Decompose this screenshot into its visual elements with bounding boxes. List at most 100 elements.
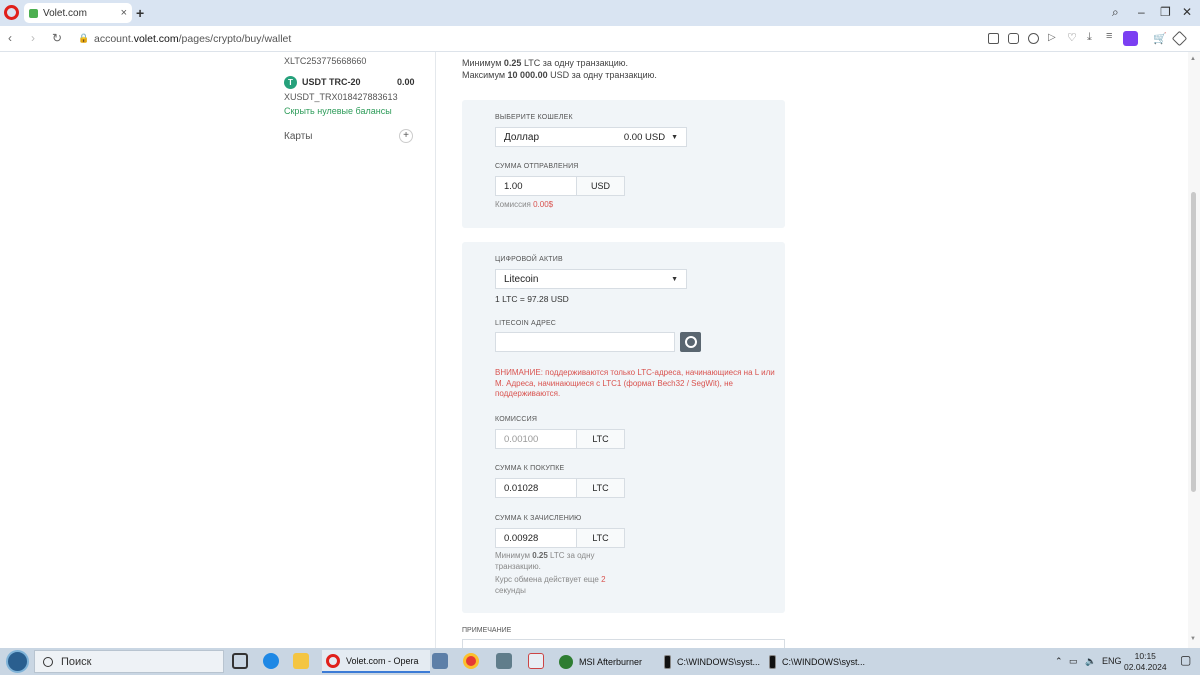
taskbar-cmd-window-1[interactable]: C:\WINDOWS\syst... [660, 650, 760, 673]
close-tab-icon[interactable]: × [121, 7, 127, 19]
send-amount-unit: USD [576, 176, 625, 196]
menu-lines-icon[interactable]: ≡ [1106, 30, 1112, 42]
crypto-asset-panel: Цифровой актив Litecoin ▼ 1 LTC = 97.28 … [462, 242, 785, 613]
taskbar-search[interactable]: Поиск [34, 650, 224, 673]
min-amount-hint: Минимум 0.25 LTC за одну [495, 551, 595, 560]
litecoin-address-input[interactable] [495, 332, 675, 352]
buy-amount-label: Сумма к покупке [495, 465, 565, 472]
search-icon [43, 656, 53, 667]
page-content: XLTC253775668660 T USDT TRC-20 0.00 XUSD… [0, 52, 1188, 648]
tray-language[interactable]: ENG [1102, 656, 1122, 666]
back-icon[interactable]: ‹ [8, 31, 12, 45]
cmd-icon [664, 654, 671, 669]
rate-validity-hint-2: секунды [495, 586, 526, 595]
browser-tab[interactable]: Volet.com × [24, 3, 132, 23]
search-tabs-icon[interactable]: ⌕ [1112, 5, 1119, 20]
address-bar: ‹ › ↻ 🔒 account.volet.com/pages/crypto/b… [0, 26, 1200, 52]
fee-hint: Комиссия 0.00$ [495, 200, 554, 209]
wallet-name: Доллар [504, 131, 540, 143]
max-transaction-info: Максимум 10 000.00 USD за одну транзакци… [462, 70, 657, 80]
asset-select-label: Цифровой актив [495, 256, 563, 263]
browser-tab-bar: Volet.com × + ⌕ – ❐ ✕ [0, 0, 1200, 26]
snipping-tool-icon[interactable] [528, 653, 544, 669]
note-input[interactable] [462, 639, 785, 648]
scroll-thumb[interactable] [1191, 192, 1196, 492]
rate-validity-hint: Курс обмена действует еще 2 [495, 575, 606, 584]
commission-unit: LTC [576, 429, 625, 449]
cmd-icon [769, 654, 776, 669]
page-scrollbar[interactable]: ▲ ▼ [1188, 52, 1200, 648]
play-icon[interactable]: ▷ [1048, 32, 1056, 43]
heart-icon[interactable]: ♡ [1067, 31, 1077, 44]
file-explorer-icon[interactable] [293, 653, 309, 669]
wallet-panel: Выберите кошелек Доллар 0.00 USD ▼ Сумма… [462, 100, 785, 228]
notifications-icon[interactable]: ▢ [1180, 653, 1191, 667]
credit-amount-label: Сумма к зачислению [495, 515, 582, 522]
add-card-button[interactable]: + [399, 129, 413, 143]
wallet-balance: 0.00 USD [623, 131, 666, 143]
edit-icon[interactable] [988, 33, 999, 44]
usdt-trc20-icon: T [284, 76, 297, 89]
tray-clock[interactable]: 10:15 02.04.2024 [1124, 651, 1167, 673]
edge-icon[interactable] [263, 653, 279, 669]
forward-icon[interactable]: › [31, 31, 35, 45]
camera-icon[interactable] [1008, 33, 1019, 44]
taskbar-opera-label: Volet.com - Opera [346, 655, 419, 666]
url-field[interactable]: account.volet.com/pages/crypto/buy/walle… [94, 33, 291, 45]
commission-input: 0.00100 [495, 429, 577, 449]
taskbar-msi-window[interactable]: MSI Afterburner [555, 650, 655, 673]
credit-amount-unit: LTC [576, 528, 625, 548]
taskbar-cmd-label-1: C:\WINDOWS\syst... [677, 656, 760, 667]
min-amount-hint-2: транзакцию. [495, 562, 541, 571]
start-button-icon[interactable] [6, 650, 29, 673]
reload-icon[interactable]: ↻ [52, 31, 62, 45]
wallet-select[interactable]: Доллар 0.00 USD ▼ [495, 127, 687, 147]
network-app-icon[interactable] [432, 653, 448, 669]
opera-logo-icon[interactable] [4, 5, 19, 20]
exchange-rate: 1 LTC = 97.28 USD [495, 294, 569, 304]
usdt-wallet-id: XUSDT_TRX018427883613 [284, 92, 398, 102]
tray-chevron-up-icon[interactable]: ⌃ [1055, 656, 1063, 667]
tray-network-icon[interactable]: ▭ [1069, 656, 1078, 667]
new-tab-icon[interactable]: + [136, 5, 144, 21]
taskbar-cmd-label-2: C:\WINDOWS\syst... [782, 656, 865, 667]
tray-volume-icon[interactable]: 🔈 [1085, 656, 1096, 667]
restore-icon[interactable]: ❐ [1160, 5, 1171, 19]
note-label: Примечание [462, 627, 512, 634]
taskbar-opera-window[interactable]: Volet.com - Opera [322, 650, 430, 673]
address-label: Litecoin адрес [495, 320, 557, 327]
opera-icon [326, 653, 340, 668]
history-icon[interactable] [680, 332, 701, 352]
tab-title: Volet.com [43, 7, 87, 19]
buy-amount-unit: LTC [576, 478, 625, 498]
hide-zero-balances-link[interactable]: Скрыть нулевые балансы [284, 106, 392, 116]
extensions-cube-icon[interactable] [1171, 30, 1188, 47]
usdt-wallet-balance: 0.00 [397, 77, 415, 87]
commission-label: Комиссия [495, 416, 538, 423]
send-amount-input[interactable]: 1.00 [495, 176, 577, 196]
minimize-icon[interactable]: – [1138, 5, 1145, 19]
taskbar-cmd-window-2[interactable]: C:\WINDOWS\syst... [765, 650, 865, 673]
wallet-select-label: Выберите кошелек [495, 114, 573, 121]
clock-date: 02.04.2024 [1124, 662, 1167, 672]
chevron-down-icon: ▼ [671, 275, 678, 283]
windows-taskbar: Поиск Volet.com - Opera MSI Afterburner … [0, 648, 1200, 675]
task-view-icon[interactable] [232, 653, 248, 669]
chevron-down-icon: ▼ [671, 133, 678, 141]
vpn-icon[interactable] [1028, 33, 1039, 44]
calculator-icon[interactable] [496, 653, 512, 669]
download-icon[interactable]: ⤓ [1087, 31, 1092, 44]
chrome-icon[interactable] [463, 653, 479, 669]
scroll-down-icon[interactable]: ▼ [1190, 636, 1196, 642]
scroll-up-icon[interactable]: ▲ [1190, 56, 1196, 62]
taskbar-search-label: Поиск [61, 655, 92, 668]
min-transaction-info: Минимум 0.25 LTC за одну транзакцию. [462, 58, 629, 68]
sidebar-divider [435, 52, 436, 648]
asset-select[interactable]: Litecoin ▼ [495, 269, 687, 289]
ltc-wallet-id: XLTC253775668660 [284, 56, 367, 66]
profile-icon[interactable] [1123, 31, 1138, 46]
buy-amount-input[interactable]: 0.01028 [495, 478, 577, 498]
close-window-icon[interactable]: ✕ [1182, 5, 1192, 19]
credit-amount-input[interactable]: 0.00928 [495, 528, 577, 548]
cart-icon[interactable]: 🛒 [1153, 32, 1167, 45]
